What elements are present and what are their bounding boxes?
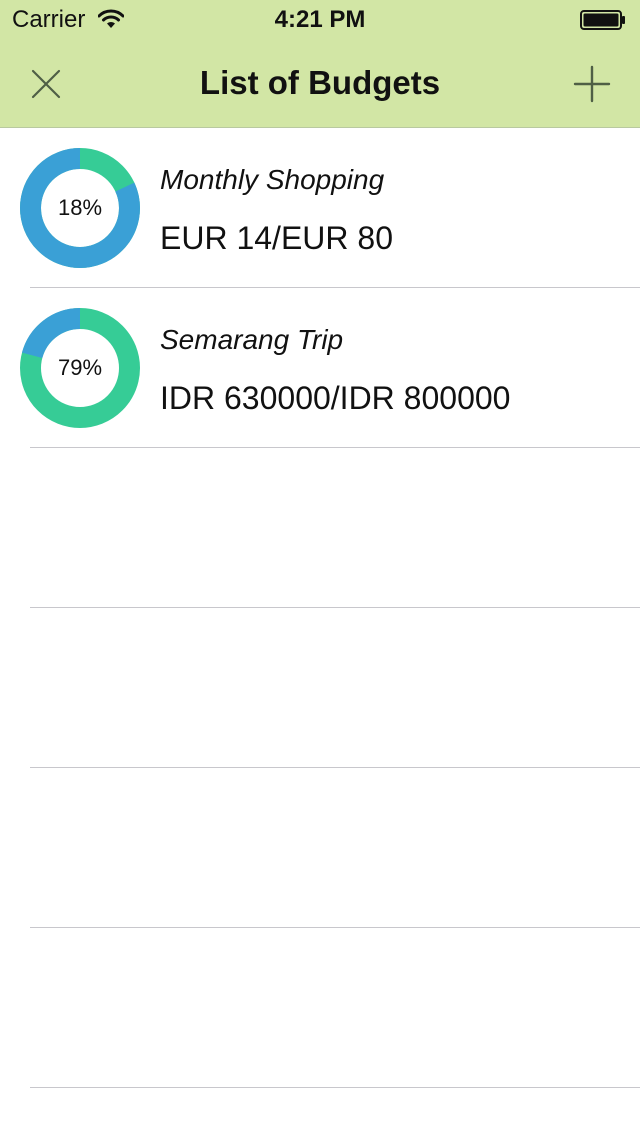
empty-row (0, 768, 640, 928)
empty-row (0, 608, 640, 768)
row-divider (30, 1087, 640, 1088)
budget-row[interactable]: 79% Semarang Trip IDR 630000/IDR 800000 (0, 288, 640, 448)
budget-progress-ring: 18% (20, 148, 140, 268)
budget-list: 18% Monthly Shopping EUR 14/EUR 80 79% S… (0, 128, 640, 1088)
budget-row[interactable]: 18% Monthly Shopping EUR 14/EUR 80 (0, 128, 640, 288)
header: Carrier 4:21 PM List of Budgets (0, 0, 640, 128)
navigation-bar: List of Budgets (0, 40, 640, 128)
plus-icon (573, 65, 611, 103)
budget-percent: 79% (57, 355, 103, 380)
budget-percent: 18% (57, 195, 103, 220)
budget-amount: IDR 630000/IDR 800000 (160, 380, 511, 416)
budget-name: Monthly Shopping (160, 164, 385, 195)
budget-amount: EUR 14/EUR 80 (160, 220, 393, 256)
add-budget-button[interactable] (570, 62, 614, 106)
budget-progress-ring: 79% (20, 308, 140, 428)
empty-row (0, 448, 640, 608)
status-bar: Carrier 4:21 PM (0, 0, 640, 40)
budget-name: Semarang Trip (160, 324, 344, 355)
empty-row (0, 928, 640, 1088)
page-title: List of Budgets (199, 64, 441, 101)
status-time: 4:21 PM (274, 6, 366, 33)
battery-icon (580, 10, 626, 30)
